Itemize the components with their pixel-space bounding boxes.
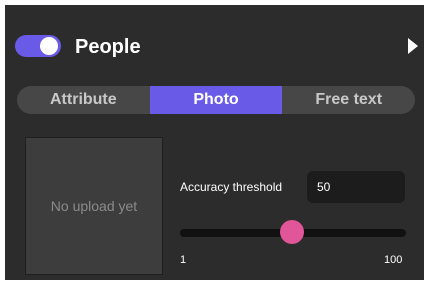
tab-photo[interactable]: Photo <box>149 86 283 114</box>
toggle-knob <box>40 37 58 55</box>
accuracy-threshold-input[interactable] <box>307 171 405 203</box>
section-title: People <box>75 36 141 58</box>
people-toggle[interactable] <box>15 35 61 57</box>
section-header: People <box>5 5 424 85</box>
slider-thumb[interactable] <box>279 220 304 244</box>
tab-free-text[interactable]: Free text <box>282 86 415 114</box>
chevron-right-icon[interactable] <box>408 38 418 54</box>
slider-max-label: 100 <box>384 254 403 266</box>
photo-upload-box[interactable]: No upload yet <box>25 137 163 275</box>
upload-placeholder: No upload yet <box>50 198 138 214</box>
mode-tabs: Attribute Photo Free text <box>17 86 415 114</box>
accuracy-threshold-label: Accuracy threshold <box>180 180 283 194</box>
people-filter-panel: People Attribute Photo Free text No uplo… <box>5 5 424 280</box>
tab-attribute[interactable]: Attribute <box>17 86 150 114</box>
accuracy-threshold-slider[interactable] <box>180 219 406 245</box>
slider-min-label: 1 <box>180 254 187 266</box>
